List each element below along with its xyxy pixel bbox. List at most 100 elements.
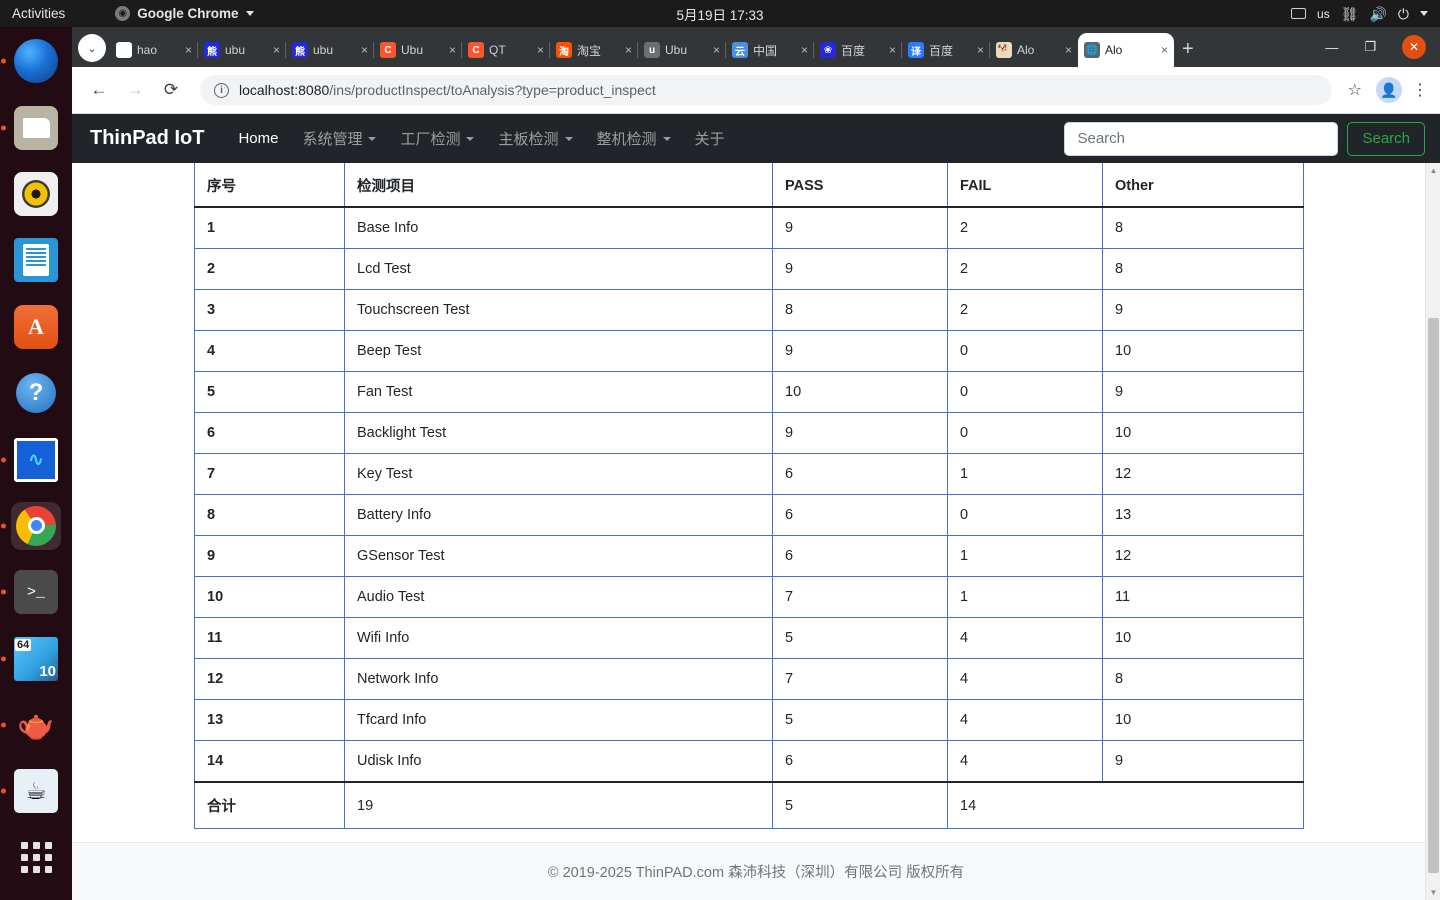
cell-no: 14 [194,740,345,783]
close-icon[interactable]: × [185,43,192,57]
cell-no: 9 [194,535,345,577]
dock-item-thunderbird[interactable] [11,37,61,85]
libreoffice-writer-icon [14,238,58,283]
dock-item-map[interactable]: 64 10 [11,635,61,683]
cell-fail: 0 [947,371,1103,413]
dock-item-show-apps[interactable] [11,834,61,882]
dock-item-help[interactable]: ? [11,369,61,417]
forward-button[interactable]: → [120,75,150,105]
bookmark-star-icon[interactable]: ☆ [1348,80,1362,100]
browser-tab[interactable]: C QT × [461,33,550,67]
dock-item-terminal[interactable]: >_ [11,568,61,616]
browser-tab[interactable]: ❀ 百度 × [813,33,902,67]
tab-title: 淘宝 [577,43,602,58]
cell-fail: 2 [947,248,1103,290]
chevron-down-icon [466,136,475,141]
nav-item-label: 主板检测 [498,131,559,148]
system-status-area[interactable]: us ⛓ 🔊 ⏻ [1291,0,1428,27]
close-icon[interactable]: × [273,43,280,57]
tab-title: 百度 [929,43,954,58]
cell-fail: 0 [947,412,1103,454]
reload-button[interactable]: ⟳ [156,75,186,105]
app-menu[interactable]: ◉ Google Chrome [115,6,254,21]
nav-item-factory-inspect[interactable]: 工厂检测 [388,128,486,149]
nav-item-mainboard-inspect[interactable]: 主板检测 [486,128,584,149]
tab-title: Alo [1105,43,1123,57]
dock-item-ubuntu-software[interactable]: A [11,303,61,351]
cell-no: 5 [194,371,345,413]
table-row: 8 Battery Info 6 0 13 [194,494,1304,536]
dock-item-rhythmbox[interactable] [11,170,61,218]
cell-fail: 2 [947,289,1103,331]
browser-tab[interactable]: u Ubu × [637,33,726,67]
dock-item-teapot[interactable]: 🫖 [11,701,61,749]
browser-tab[interactable]: 译 百度 × [901,33,990,67]
close-icon[interactable]: × [889,43,896,57]
table-header-row: 序号 检测项目 PASS FAIL Other [194,163,1304,208]
close-icon[interactable]: × [801,43,808,57]
profile-avatar[interactable]: 👤 [1376,77,1402,103]
scroll-down-arrow-icon[interactable]: ▼ [1426,885,1440,900]
close-icon[interactable]: × [361,43,368,57]
dock-item-files[interactable] [11,103,61,151]
close-icon[interactable]: × [537,43,544,57]
browser-tab[interactable]: 熊 ubu × [197,33,286,67]
close-icon[interactable]: × [1065,43,1072,57]
cell-no: 13 [194,699,345,741]
browser-tab[interactable]: 淘 淘宝 × [549,33,638,67]
new-tab-button[interactable]: + [1182,38,1194,61]
cell-other: 11 [1102,576,1304,618]
minimize-button[interactable]: — [1325,40,1338,55]
tab-title: Alo [1017,43,1035,57]
column-header-pass: PASS [772,163,948,208]
address-bar[interactable]: i localhost:8080/ins/productInspect/toAn… [200,75,1332,105]
nav-item-product-inspect[interactable]: 整机检测 [585,128,683,149]
dock-item-libreoffice-writer[interactable] [11,236,61,284]
cell-item: Touchscreen Test [344,289,773,331]
close-icon[interactable]: × [625,43,632,57]
close-icon[interactable]: × [449,43,456,57]
baidu-icon: 熊 [292,42,308,58]
window-controls: — ❐ ✕ [1325,27,1440,67]
tab-title: QT [489,43,506,57]
browser-tab[interactable]: C Ubu × [373,33,462,67]
cell-other: 9 [1102,740,1304,783]
browser-tab[interactable]: 熊 ubu × [285,33,374,67]
show-apps-icon [20,842,52,874]
tab-search-button[interactable]: ⌄ [78,34,106,62]
close-icon[interactable]: × [713,43,720,57]
close-window-button[interactable]: ✕ [1402,35,1426,59]
close-icon[interactable]: × [977,43,984,57]
browser-tab[interactable]: 云 中国 × [725,33,814,67]
browser-tab[interactable]: ✓ hao × [110,33,198,67]
scroll-up-arrow-icon[interactable]: ▲ [1426,163,1440,178]
column-header-item: 检测项目 [344,163,773,208]
cell-pass: 10 [772,371,948,413]
table-row: 12 Network Info 7 4 8 [194,658,1304,700]
activities-button[interactable]: Activities [12,6,65,21]
nav-item-about[interactable]: 关于 [683,128,737,149]
site-info-icon[interactable]: i [214,82,229,98]
cell-item: Beep Test [344,330,773,372]
back-button[interactable]: ← [84,75,114,105]
browser-tab-active[interactable]: 🌐 Alo × [1078,33,1174,67]
dock-item-google-chrome[interactable] [11,501,61,551]
cell-pass: 6 [772,535,948,577]
dock-item-java[interactable]: ☕ [11,767,61,815]
cell-total-count: 19 [344,781,773,829]
nav-item-system-management[interactable]: 系统管理 [290,128,388,149]
nav-item-home[interactable]: Home [226,130,290,147]
cell-fail: 1 [947,535,1103,577]
search-input[interactable] [1064,121,1339,156]
scrollbar-thumb[interactable] [1428,318,1439,873]
search-button[interactable]: Search [1347,121,1425,156]
maximize-button[interactable]: ❐ [1364,39,1376,55]
dock-item-system-monitor[interactable]: ∿ [11,435,61,483]
cell-item: Base Info [344,206,773,249]
page-scrollbar[interactable]: ▲ ▼ [1425,163,1440,900]
browser-tab[interactable]: 🐕 Alo × [989,33,1078,67]
chrome-menu-icon[interactable]: ⋮ [1412,80,1428,100]
app-brand[interactable]: ThinPad IoT [90,127,204,150]
close-icon[interactable]: × [1161,43,1168,57]
url-path: /ins/productInspect/toAnalysis?type=prod… [329,82,656,98]
